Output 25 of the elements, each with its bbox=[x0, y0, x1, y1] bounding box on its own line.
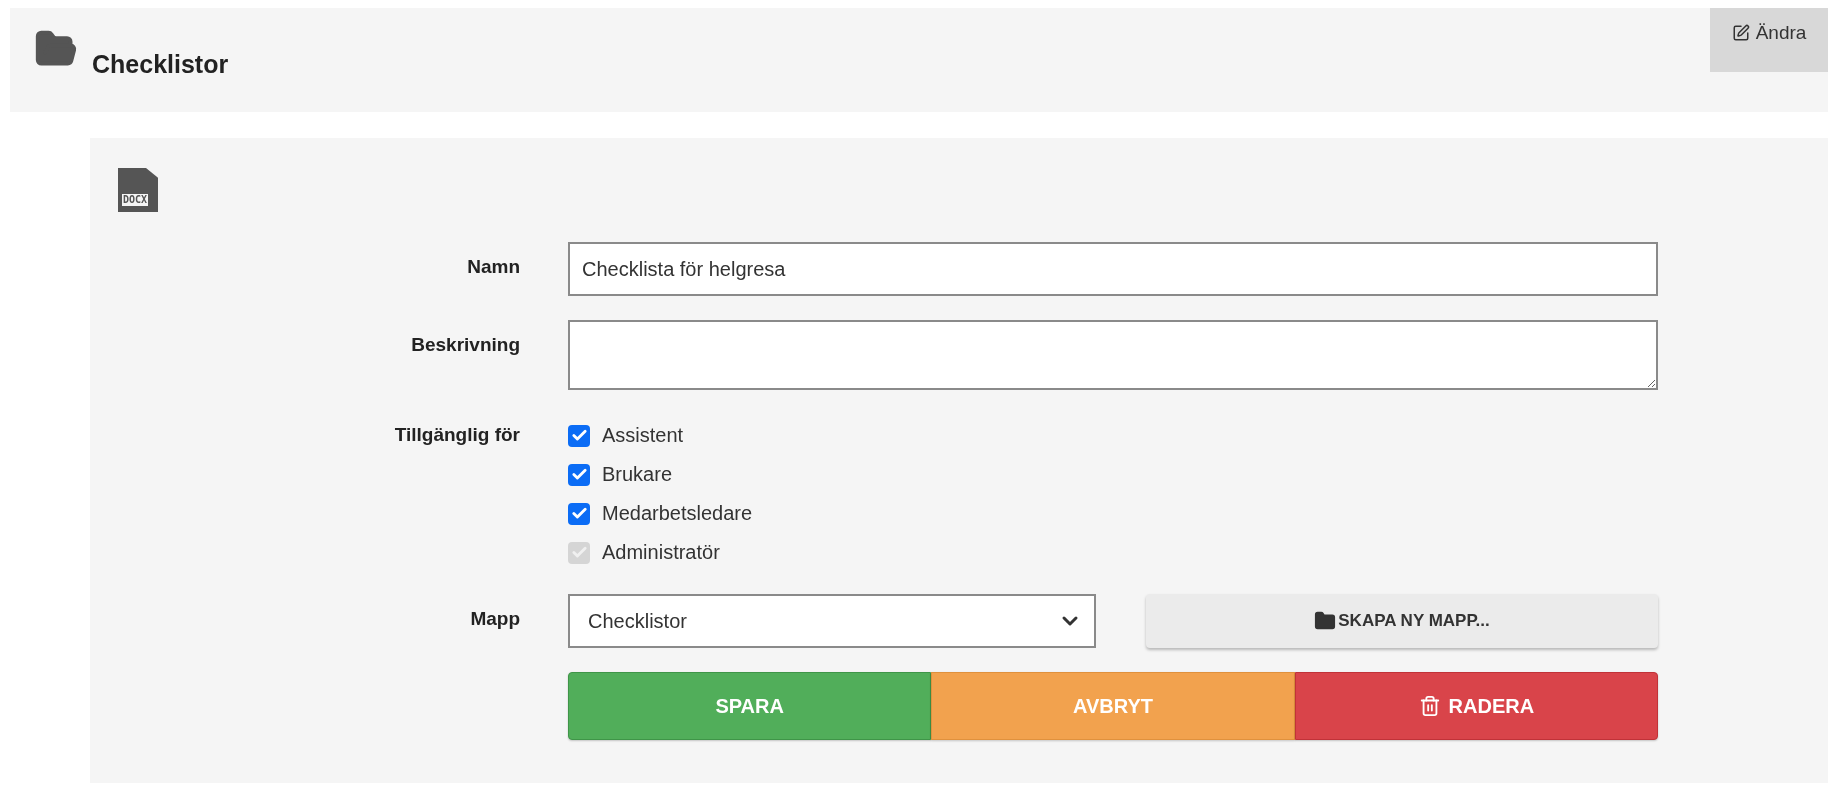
name-field[interactable]: Checklista för helgresa bbox=[568, 242, 1658, 296]
edit-icon bbox=[1731, 24, 1750, 42]
check-icon bbox=[570, 505, 588, 522]
page-title: Checklistor bbox=[92, 50, 229, 79]
create-folder-button[interactable]: SKAPA NY MAPP... bbox=[1146, 594, 1658, 648]
checkbox-label: Assistent bbox=[602, 424, 684, 447]
checkbox[interactable] bbox=[568, 463, 590, 486]
trash-icon bbox=[1418, 695, 1441, 717]
checkbox-label: Administratör bbox=[602, 541, 720, 564]
check-icon bbox=[570, 544, 588, 561]
field-label: Beskrivning bbox=[410, 333, 520, 357]
checkbox[interactable] bbox=[568, 502, 590, 525]
checkbox-label: Medarbetsledare bbox=[602, 502, 753, 525]
field-label: Namn bbox=[466, 255, 520, 279]
folder-select[interactable]: Checklistor bbox=[568, 594, 1096, 648]
document-icon-label: DOCX bbox=[122, 194, 149, 206]
checkbox-label: Brukare bbox=[602, 463, 673, 486]
delete-button[interactable]: RADERA bbox=[1294, 672, 1658, 740]
field-label: Tillgänglig för bbox=[393, 423, 520, 447]
edit-button[interactable]: Ändra bbox=[1710, 8, 1828, 72]
check-icon bbox=[570, 466, 588, 483]
description-field[interactable] bbox=[568, 320, 1658, 390]
field-label: Mapp bbox=[469, 607, 520, 631]
check-icon bbox=[570, 427, 588, 444]
checkbox[interactable] bbox=[568, 424, 590, 447]
